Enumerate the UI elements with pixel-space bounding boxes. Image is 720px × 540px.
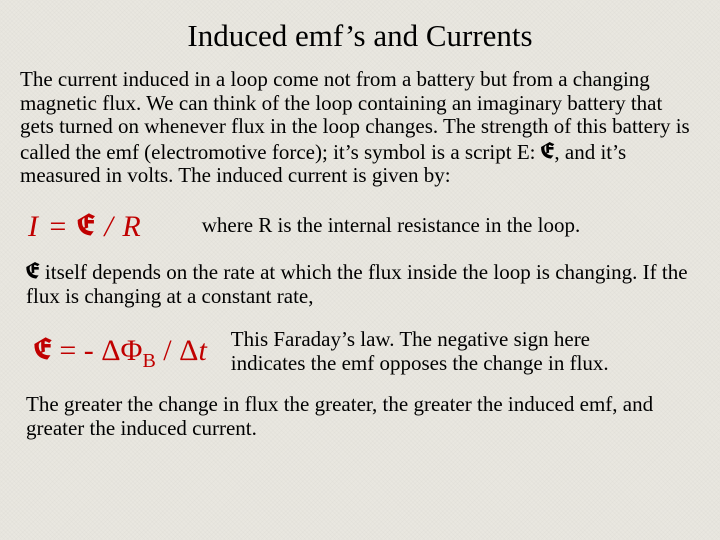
formula-row-2: E = - ΔΦB / Δt This Faraday’s law. The n… [34,328,700,375]
formula-row-1: I = E / R where R is the internal resist… [28,206,700,245]
page-title: Induced emf’s and Currents [20,18,700,54]
formula-current: I = E / R [28,206,142,245]
conclusion-paragraph: The greater the change in flux the great… [26,393,694,440]
faraday-explanation: This Faraday’s law. The negative sign he… [231,328,641,375]
formula-faraday: E = - ΔΦB / Δt [34,330,207,373]
emf-depends-paragraph: E itself depends on the rate at which th… [26,259,700,308]
where-clause: where R is the internal resistance in th… [202,213,580,238]
intro-paragraph: The current induced in a loop come not f… [20,68,700,188]
